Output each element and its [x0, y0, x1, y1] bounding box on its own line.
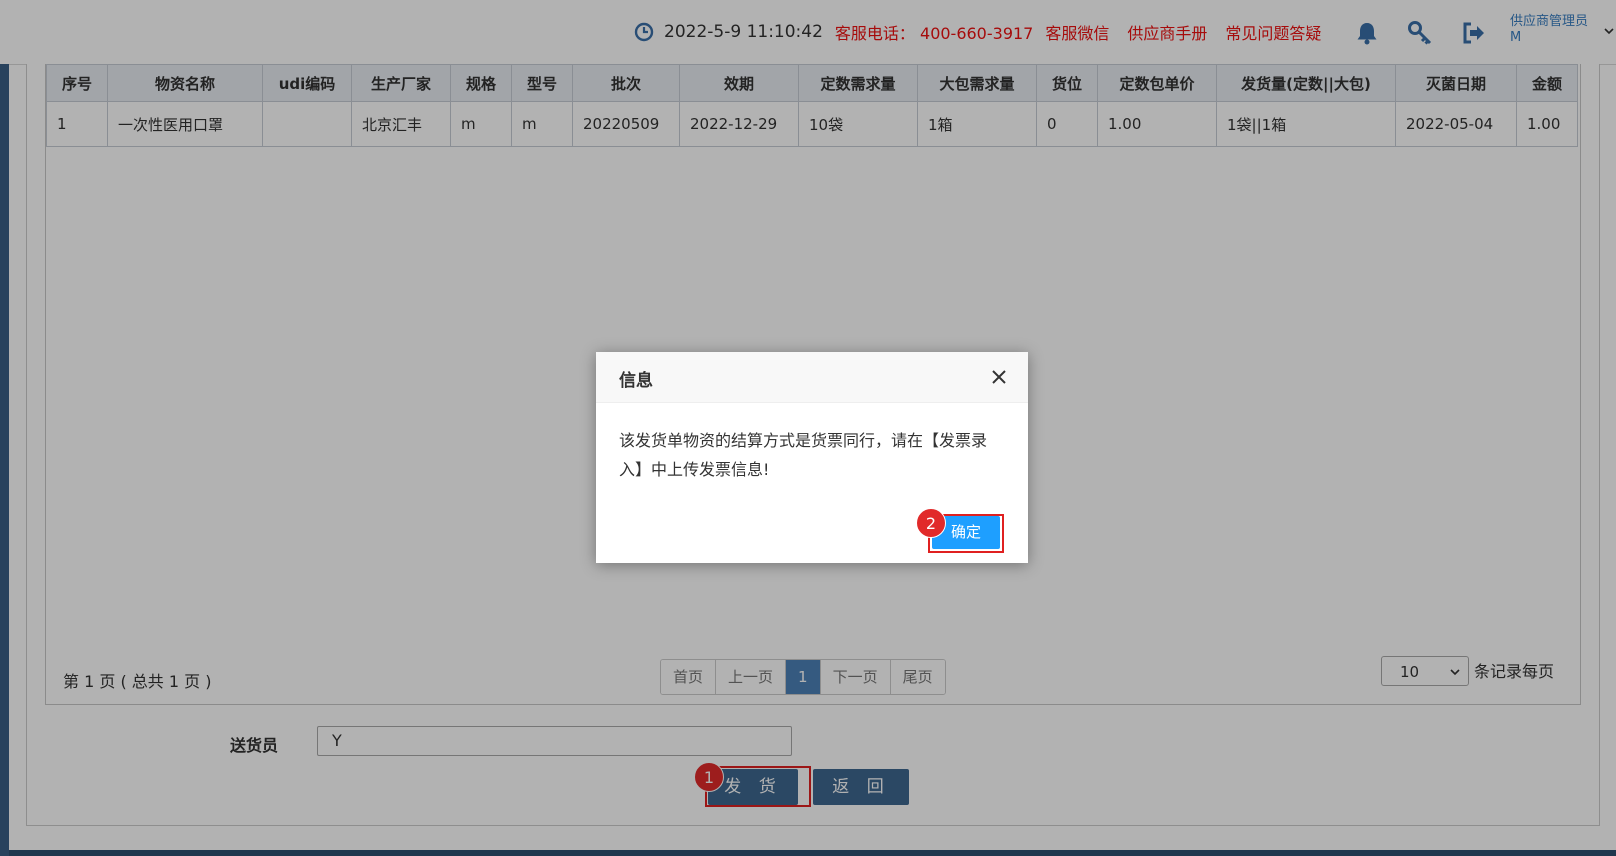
dialog-title: 信息 — [619, 371, 653, 391]
step-badge-2: 2 — [916, 508, 946, 538]
dialog-message: 该发货单物资的结算方式是货票同行，请在【发票录入】中上传发票信息! — [619, 431, 988, 479]
info-dialog: 信息 该发货单物资的结算方式是货票同行，请在【发票录入】中上传发票信息! 确定 … — [596, 352, 1028, 563]
close-icon[interactable] — [990, 368, 1008, 386]
dialog-header: 信息 — [596, 352, 1028, 403]
